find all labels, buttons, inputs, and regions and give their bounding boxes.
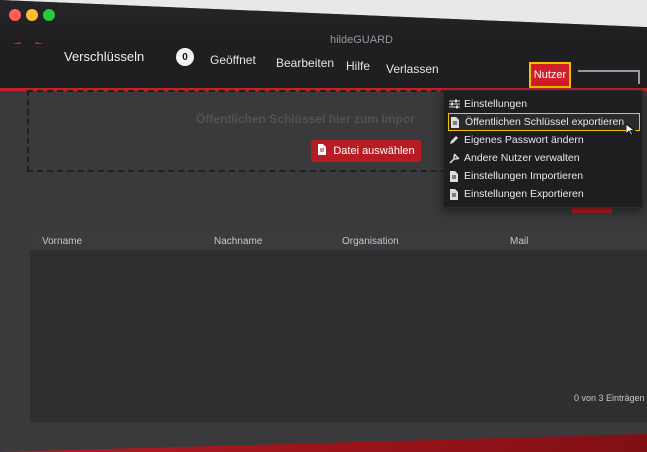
encrypt-menu[interactable]: Verschlüsseln (64, 49, 144, 64)
zoom-window-button[interactable] (43, 9, 55, 21)
column-vorname[interactable]: Vorname (42, 236, 82, 247)
menu-item-import-settings[interactable]: Einstellungen Importieren (448, 167, 640, 185)
tools-icon (448, 152, 460, 164)
table-entry-count: 0 von 3 Einträgen (574, 393, 645, 403)
partner-logo-icon (578, 70, 640, 84)
menu-hilfe[interactable]: Hilfe (346, 59, 370, 73)
menu-item-label: Einstellungen Exportieren (464, 188, 584, 200)
menu-item-label: Eigenes Passwort ändern (464, 134, 584, 146)
menu-item-label: Öffentlichen Schlüssel exportieren (465, 116, 625, 128)
menu-verlassen[interactable]: Verlassen (386, 62, 439, 76)
close-window-button[interactable] (9, 9, 21, 21)
table-header: Vorname Nachname Organisation Mail (30, 232, 647, 250)
menu-item-label: Andere Nutzer verwalten (464, 152, 580, 164)
menu-item-settings[interactable]: Einstellungen (448, 95, 640, 113)
column-nachname[interactable]: Nachname (214, 236, 262, 247)
minimize-window-button[interactable] (26, 9, 38, 21)
dropzone-hint: Öffentlichen Schlüssel hier zum Impor (196, 112, 415, 126)
menu-item-label: Einstellungen (464, 98, 528, 110)
column-mail[interactable]: Mail (510, 236, 528, 247)
main-toolbar: Verschlüsseln 0 Geöffnet Bearbeiten Hilf… (0, 44, 647, 91)
app-window: hildeGUARD Verschlüsseln 0 Geöffnet Bear… (0, 0, 647, 452)
pencil-icon (448, 134, 460, 146)
menu-item-manage-users[interactable]: Andere Nutzer verwalten (448, 149, 640, 167)
user-menu-button[interactable]: Nutzer (529, 62, 571, 88)
column-organisation[interactable]: Organisation (342, 236, 399, 247)
document-icon (317, 144, 327, 158)
contacts-table: Vorname Nachname Organisation Mail (30, 232, 647, 422)
menu-item-change-password[interactable]: Eigenes Passwort ändern (448, 131, 640, 149)
menu-item-label: Einstellungen Importieren (464, 170, 584, 182)
choose-file-label: Datei auswählen (333, 145, 415, 157)
open-count-badge: 0 (176, 48, 194, 66)
document-icon (448, 188, 460, 200)
sliders-icon (448, 98, 460, 110)
menu-item-export-settings[interactable]: Einstellungen Exportieren (448, 185, 640, 203)
menu-geoeffnet[interactable]: Geöffnet (210, 53, 256, 67)
menu-item-export-public-key[interactable]: Öffentlichen Schlüssel exportieren (448, 113, 640, 131)
user-dropdown-menu: Einstellungen Öffentlichen Schlüssel exp… (443, 90, 643, 208)
document-icon (449, 116, 461, 128)
menu-bearbeiten[interactable]: Bearbeiten (276, 56, 334, 70)
mouse-pointer-icon (626, 124, 636, 136)
choose-file-button[interactable]: Datei auswählen (311, 140, 421, 162)
document-icon (448, 170, 460, 182)
